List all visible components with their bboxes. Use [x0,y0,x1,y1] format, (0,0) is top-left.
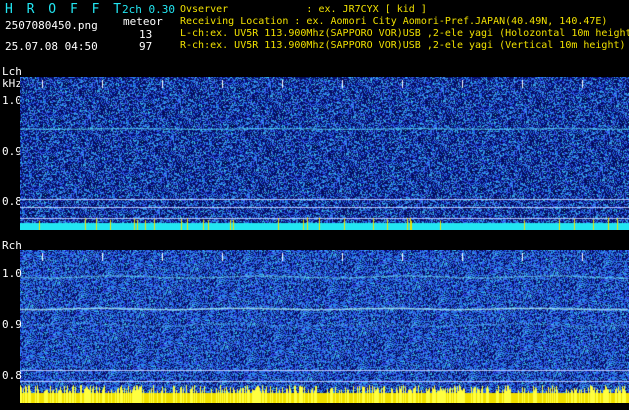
lch-ytick-0-8: 0.8 [2,195,22,208]
rch-spectrogram [20,250,629,403]
rch-ytick-1-0: 1.0 [2,267,22,280]
rch-receiver-info: R-ch:ex. UV5R 113.900Mhz(SAPPORO VOR)USB… [180,40,626,51]
lch-ytick-0-9: 0.9 [2,145,22,158]
observer-info: Ovserver : ex. JR7CYX [ kid ] [180,4,427,15]
rch-ytick-0-9: 0.9 [2,318,22,331]
lch-label: Lch [2,65,22,78]
meteor-label: meteor [123,15,163,28]
lch-receiver-info: L-ch:ex. UV5R 113.900Mhz(SAPPORO VOR)USB… [180,28,629,39]
lch-unit-label: kHz [2,77,22,90]
datetime-label: 25.07.08 04:50 [5,40,98,53]
meteor-count-rch: 97 [139,40,153,53]
meteor-count-lch: 13 [139,28,153,41]
filename-label: 2507080450.png [5,19,98,32]
location-info: Receiving Location : ex. Aomori City Aom… [180,16,608,27]
version-label: 2ch 0.30 [122,3,175,16]
rch-ytick-0-8: 0.8 [2,369,22,382]
rch-label: Rch [2,239,22,252]
app-title: H R O F F T [5,2,125,17]
lch-ytick-1-0: 1.0 [2,94,22,107]
lch-spectrogram [20,77,629,230]
